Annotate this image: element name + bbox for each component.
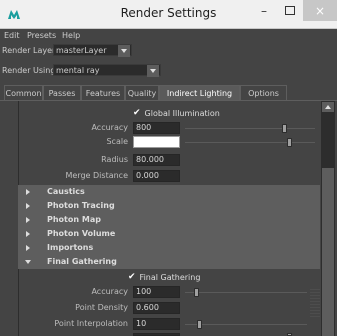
- tab-quality[interactable]: Quality: [125, 85, 159, 100]
- scroll-thumb[interactable]: [322, 168, 334, 336]
- menu-help[interactable]: Help: [62, 31, 80, 40]
- fg-point-interpolation-input[interactable]: 10: [133, 318, 180, 330]
- tab-indirect-lighting[interactable]: Indirect Lighting: [159, 85, 240, 100]
- section-photon-volume-label: Photon Volume: [47, 229, 116, 238]
- render-using-label: Render Using: [2, 66, 56, 75]
- render-layer-label: Render Layer: [2, 46, 56, 55]
- tab-passes[interactable]: Passes: [43, 85, 81, 100]
- gi-scale-color-swatch[interactable]: [133, 136, 180, 148]
- gi-accuracy-label: Accuracy: [91, 123, 128, 132]
- expand-arrow-icon: [26, 203, 30, 209]
- fg-accuracy-label: Accuracy: [91, 287, 128, 296]
- checkmark-icon: ✔: [128, 272, 136, 282]
- gi-scale-label: Scale: [106, 137, 128, 146]
- render-layer-dropdown[interactable]: masterLayer: [53, 44, 132, 57]
- chevron-down-icon: [118, 45, 130, 57]
- section-photon-tracing-label: Photon Tracing: [47, 201, 115, 210]
- section-importons[interactable]: Importons: [18, 241, 320, 255]
- arrow-up-icon: [325, 105, 331, 109]
- fg-accuracy-input[interactable]: 100: [133, 286, 180, 298]
- collapse-arrow-icon: [25, 260, 31, 264]
- tab-common[interactable]: Common: [4, 85, 43, 100]
- tab-options[interactable]: Options: [240, 85, 287, 100]
- fg-point-interpolation-label: Point Interpolation: [54, 319, 128, 328]
- section-photon-volume[interactable]: Photon Volume: [18, 227, 320, 241]
- expand-arrow-icon: [26, 189, 30, 195]
- chevron-down-icon: [147, 65, 159, 77]
- section-importons-label: Importons: [47, 243, 94, 252]
- gi-scale-slider-handle[interactable]: [287, 138, 292, 147]
- close-button[interactable]: ×: [303, 0, 337, 21]
- final-gathering-checkbox[interactable]: ✔ Final Gathering: [128, 272, 200, 282]
- section-caustics[interactable]: Caustics: [18, 185, 320, 199]
- global-illumination-label: Global Illumination: [144, 108, 220, 118]
- global-illumination-checkbox[interactable]: ✔ Global Illumination: [133, 108, 220, 118]
- section-final-gathering[interactable]: Final Gathering: [18, 255, 320, 269]
- scroll-up-button[interactable]: [322, 102, 334, 112]
- fg-accuracy-slider[interactable]: [185, 292, 307, 293]
- maximize-button[interactable]: [277, 0, 303, 21]
- fg-point-density-label: Point Density: [75, 303, 128, 312]
- render-using-value: mental ray: [56, 66, 100, 75]
- minimize-button[interactable]: –: [251, 0, 277, 21]
- section-photon-map[interactable]: Photon Map: [18, 213, 320, 227]
- fg-point-interpolation-slider-handle[interactable]: [197, 320, 202, 329]
- expand-arrow-icon: [26, 217, 30, 223]
- gi-accuracy-input[interactable]: 800: [133, 122, 180, 134]
- maximize-icon: [285, 6, 295, 15]
- gi-scale-slider[interactable]: [185, 142, 315, 143]
- fg-point-interpolation-slider[interactable]: [185, 324, 307, 325]
- fg-point-density-input[interactable]: 0.600: [133, 302, 180, 314]
- slider-grip: [310, 287, 320, 317]
- gi-accuracy-slider[interactable]: [185, 128, 315, 129]
- render-layer-value: masterLayer: [56, 46, 107, 55]
- section-photon-tracing[interactable]: Photon Tracing: [18, 199, 320, 213]
- section-caustics-label: Caustics: [47, 187, 85, 196]
- gi-merge-distance-label: Merge Distance: [65, 171, 129, 180]
- render-using-dropdown[interactable]: mental ray: [53, 64, 161, 77]
- section-final-gathering-label: Final Gathering: [47, 257, 117, 266]
- vertical-scrollbar[interactable]: [321, 101, 335, 336]
- menu-edit[interactable]: Edit: [4, 31, 20, 40]
- checkmark-icon: ✔: [133, 108, 141, 118]
- gi-accuracy-slider-handle[interactable]: [282, 124, 287, 133]
- gi-radius-input[interactable]: 80.000: [133, 154, 180, 166]
- menu-bar: Edit Presets Help: [0, 29, 337, 43]
- expand-arrow-icon: [26, 245, 30, 251]
- final-gathering-label: Final Gathering: [139, 272, 201, 282]
- menu-presets[interactable]: Presets: [27, 31, 56, 40]
- tab-features[interactable]: Features: [81, 85, 125, 100]
- fg-accuracy-slider-handle[interactable]: [194, 288, 199, 297]
- expand-arrow-icon: [26, 231, 30, 237]
- title-bar: Render Settings – ×: [0, 0, 337, 29]
- tab-bar: Common Passes Features Quality Indirect …: [0, 85, 337, 100]
- gi-radius-label: Radius: [101, 155, 128, 164]
- gi-merge-distance-input[interactable]: 0.000: [133, 170, 180, 182]
- section-photon-map-label: Photon Map: [47, 215, 101, 224]
